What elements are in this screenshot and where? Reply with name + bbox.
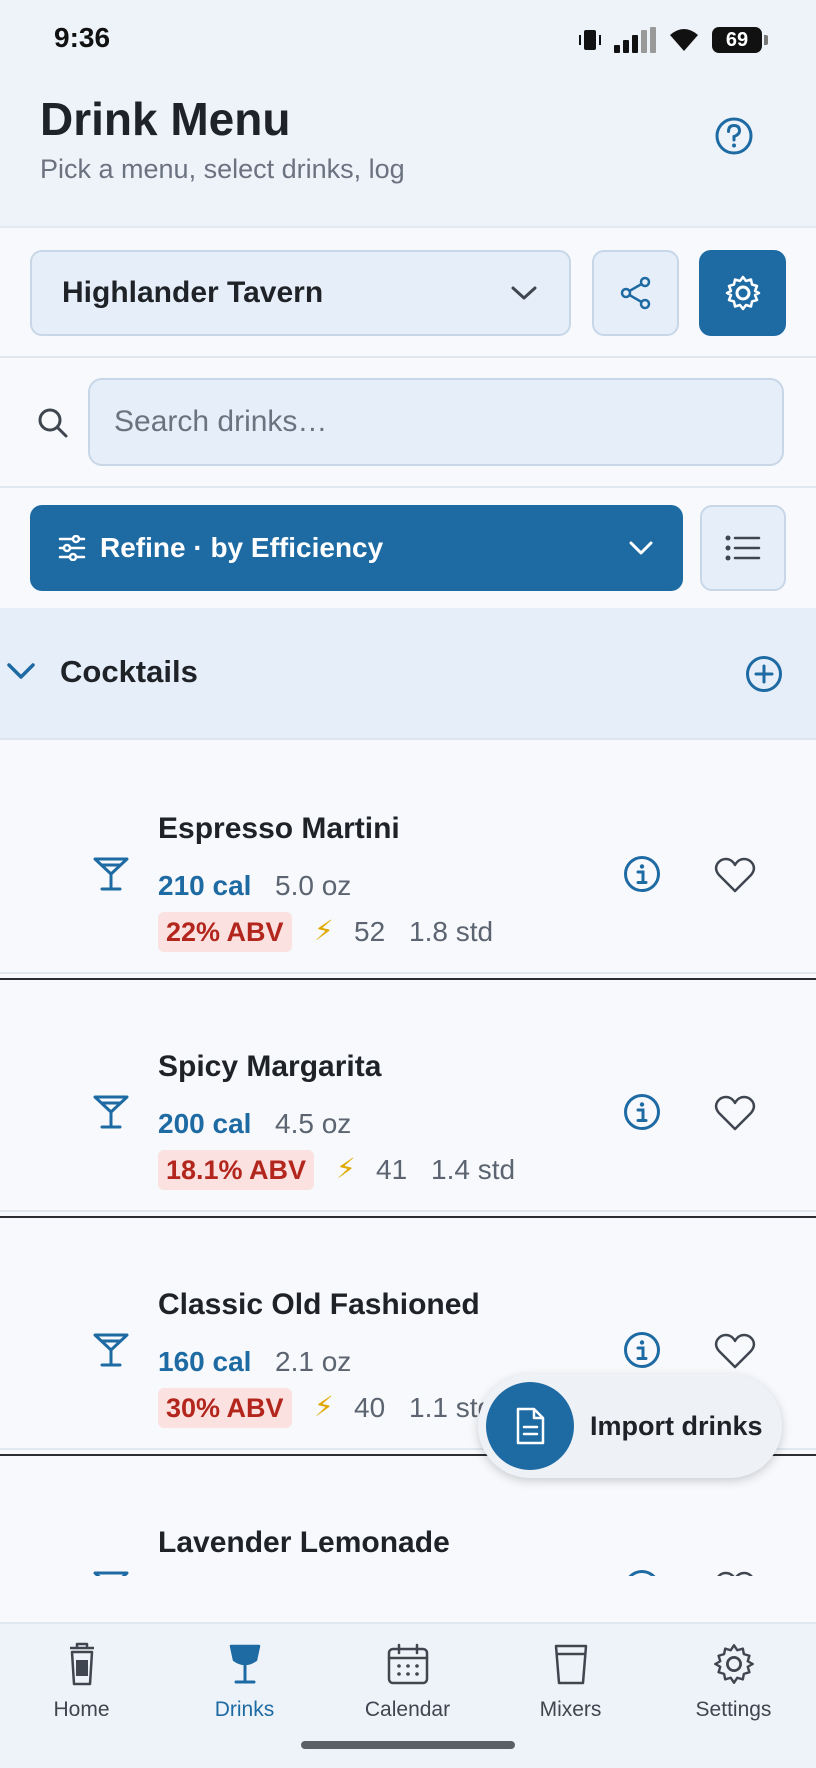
drink-name: Lavender Lemonade [158,1526,450,1559]
drink-calories: 160 cal [158,1346,252,1377]
status-bar: 9:36 69 [0,0,816,80]
status-icons: 69 [578,26,768,54]
drink-name: Espresso Martini [158,812,400,845]
cocktail-glass-icon [229,1644,260,1684]
info-icon[interactable] [622,1330,662,1370]
abv-badge: 30% ABV [158,1388,292,1428]
tab-settings-label: Settings [695,1698,772,1721]
drink-std: 1.4 std [431,1154,516,1185]
menu-dropdown[interactable]: Highlander Tavern [30,250,571,336]
list-view-button[interactable] [700,505,786,591]
chevron-down-icon [629,541,653,555]
tab-home[interactable]: Home [0,1642,163,1722]
lightning-icon: ⚡ [336,1153,356,1184]
gear-icon [725,275,760,311]
menu-toolbar: Highlander Tavern [0,230,816,358]
drink-row[interactable]: Spicy Margarita 200 cal 4.5 oz 18.1% ABV… [0,998,816,1212]
cocktail-glass-icon [93,857,129,891]
import-drinks-button[interactable]: Import drinks [478,1374,782,1478]
tab-calendar[interactable]: Calendar [326,1642,489,1722]
abv-badge: 22% ABV [158,912,292,952]
sliders-icon [58,535,86,561]
home-indicator[interactable] [301,1741,515,1749]
drink-volume: 4.5 oz [275,1108,352,1139]
share-button[interactable] [592,250,679,336]
drink-efficiency: 40 [354,1392,386,1423]
drink-volume: 5.0 oz [275,870,352,901]
gear-icon [713,1644,754,1684]
refine-label: Refine · by Efficiency [100,532,384,563]
page-header: Drink Menu Pick a menu, select drinks, l… [0,80,816,228]
drink-calories: 200 cal [158,1108,252,1139]
cup-icon [554,1644,587,1685]
info-icon[interactable] [622,1568,662,1576]
page-title: Drink Menu [40,93,291,145]
section-title: Cocktails [60,654,198,689]
drink-efficiency: 52 [354,916,386,947]
heart-icon[interactable] [714,856,756,894]
lightning-icon: ⚡ [314,915,334,946]
fab-icon-circle [486,1382,574,1470]
drink-name: Classic Old Fashioned [158,1288,480,1321]
wifi-icon [670,29,698,51]
refine-sort-dropdown[interactable]: Refine · by Efficiency [30,505,683,591]
lightning-icon: ⚡ [314,1391,334,1422]
battery-icon: 69 [712,27,768,53]
heart-icon[interactable] [714,1332,756,1370]
cocktail-glass-icon [93,1571,129,1576]
share-icon [620,276,650,310]
search-icon [38,408,68,438]
drink-calories: 210 cal [158,870,252,901]
tab-mixers-label: Mixers [539,1698,602,1721]
drink-std: 1.8 std [409,916,494,947]
heart-icon[interactable] [714,1570,756,1576]
tab-drinks-label: Drinks [214,1698,275,1721]
info-icon[interactable] [622,1092,662,1132]
calendar-icon [387,1643,428,1685]
row-divider [0,1216,816,1218]
help-button[interactable] [712,114,756,158]
drink-efficiency: 41 [376,1154,408,1185]
help-icon [715,117,753,155]
drink-row[interactable]: Espresso Martini 210 cal 5.0 oz 22% ABV … [0,760,816,974]
search-bar [0,360,816,488]
chevron-down-icon[interactable] [6,660,36,682]
vibrate-icon [579,30,601,50]
import-drinks-label: Import drinks [590,1410,763,1441]
drink-volume: 2.1 oz [275,1346,352,1377]
tab-calendar-label: Calendar [364,1698,451,1721]
trash-can-icon [69,1642,94,1686]
tab-settings[interactable]: Settings [652,1642,815,1722]
abv-badge: 18.1% ABV [158,1150,315,1190]
search-input[interactable] [88,378,784,466]
list-icon [725,535,761,561]
menu-settings-button[interactable] [699,250,786,336]
tab-home-label: Home [53,1698,110,1721]
battery-level: 69 [725,28,749,51]
cocktail-glass-icon [93,1095,129,1129]
row-divider [0,978,816,980]
status-time: 9:36 [54,22,111,53]
add-circle-icon[interactable] [744,654,784,694]
document-icon [516,1407,545,1445]
heart-icon[interactable] [714,1094,756,1132]
drink-name: Spicy Margarita [158,1050,382,1083]
chevron-down-icon [511,286,537,300]
menu-dropdown-value: Highlander Tavern [62,276,324,309]
info-icon[interactable] [622,854,662,894]
signal-icon [614,27,656,53]
tab-mixers[interactable]: Mixers [489,1642,652,1722]
cocktail-glass-icon [93,1333,129,1367]
tab-drinks[interactable]: Drinks [163,1642,326,1722]
drink-row[interactable]: Lavender Lemonade [0,1474,816,1576]
page-subtitle: Pick a menu, select drinks, log [40,154,405,184]
section-header-cocktails[interactable]: Cocktails [0,608,816,740]
